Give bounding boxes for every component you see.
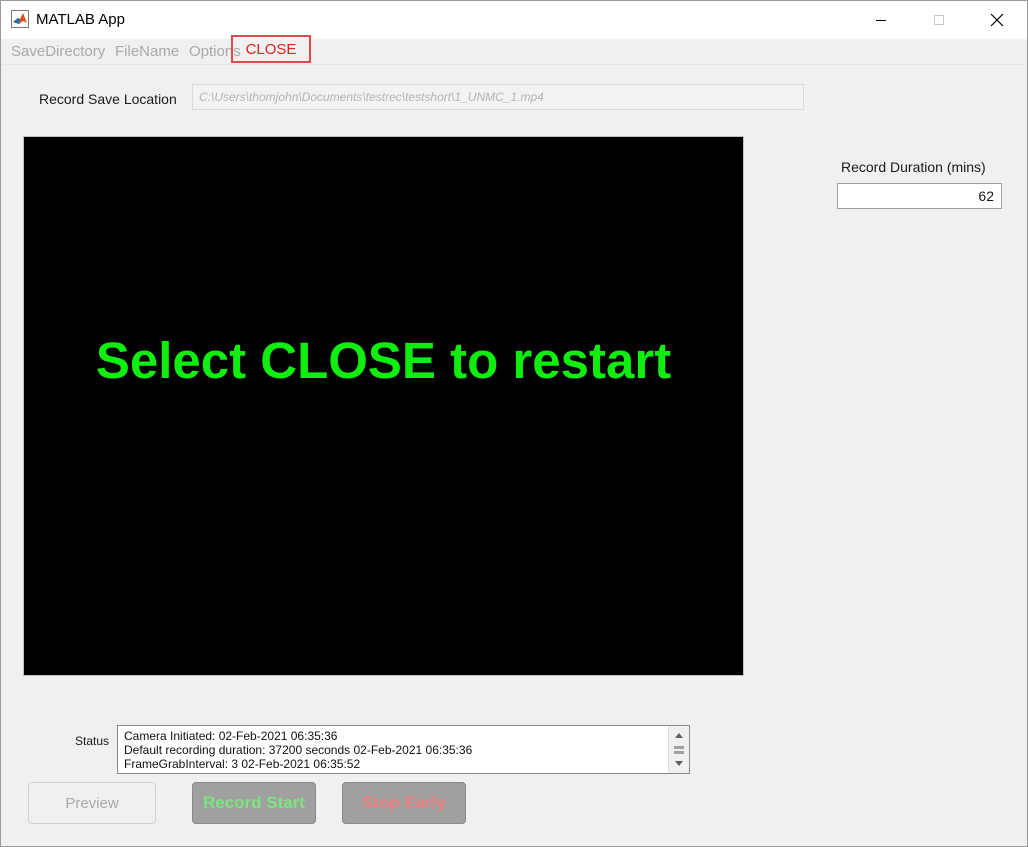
app-window: MATLAB App SaveDirectory FileName Option… <box>0 0 1028 847</box>
window-title: MATLAB App <box>36 11 125 28</box>
scrollbar-icon <box>674 733 684 766</box>
close-window-button[interactable] <box>968 1 1026 39</box>
record-duration-field[interactable]: 62 <box>837 183 1002 209</box>
menu-save-directory[interactable]: SaveDirectory <box>11 43 105 60</box>
minimize-icon <box>876 20 886 21</box>
menu-bar: SaveDirectory FileName Options CLOSE <box>1 35 1027 65</box>
stop-early-button[interactable]: Stop Early <box>342 782 466 824</box>
menu-file-name[interactable]: FileName <box>115 43 179 60</box>
record-start-button[interactable]: Record Start <box>192 782 316 824</box>
menu-close-label: CLOSE <box>245 40 297 58</box>
maximize-button[interactable] <box>910 1 968 39</box>
save-location-label: Record Save Location <box>39 91 177 107</box>
video-preview-panel: Select CLOSE to restart <box>23 136 744 676</box>
title-bar: MATLAB App <box>1 1 1027 39</box>
matlab-logo-icon <box>11 10 29 28</box>
status-line: FrameGrabInterval: 3 02-Feb-2021 06:35:5… <box>124 757 361 771</box>
close-icon <box>990 13 1004 27</box>
record-duration-label: Record Duration (mins) <box>841 159 986 175</box>
status-log[interactable]: Camera Initiated: 02-Feb-2021 06:35:36 D… <box>117 725 690 774</box>
status-line: Camera Initiated: 02-Feb-2021 06:35:36 <box>124 729 338 743</box>
save-location-field[interactable]: C:\Users\thomjohn\Documents\testrec\test… <box>192 84 804 110</box>
video-message: Select CLOSE to restart <box>95 332 672 389</box>
minimize-button[interactable] <box>852 1 910 39</box>
maximize-icon <box>934 15 944 25</box>
status-scrollbar[interactable] <box>668 726 689 773</box>
menu-close[interactable]: CLOSE <box>231 35 311 63</box>
status-line: Default recording duration: 37200 second… <box>124 743 473 757</box>
status-lines: Camera Initiated: 02-Feb-2021 06:35:36 D… <box>124 729 472 771</box>
preview-button[interactable]: Preview <box>28 782 156 824</box>
status-label: Status <box>75 734 110 748</box>
